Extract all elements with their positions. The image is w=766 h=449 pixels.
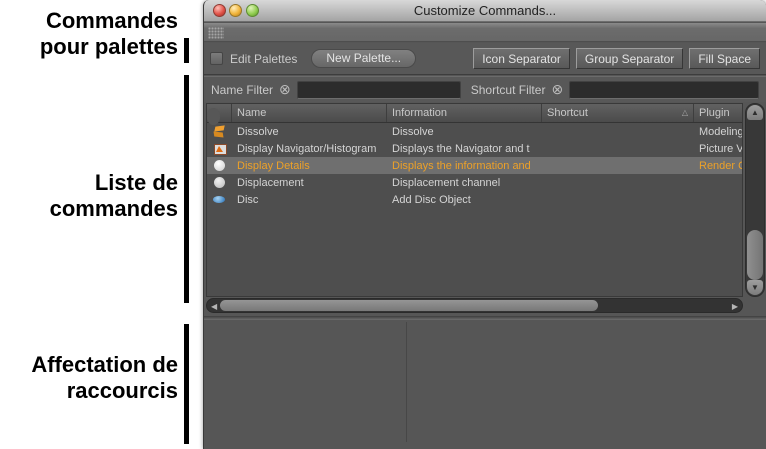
column-header-shortcut[interactable]: Shortcut △ [542, 104, 694, 122]
icon-separator-button[interactable]: Icon Separator [473, 48, 570, 69]
annotation-bracket-liste [184, 75, 189, 303]
column-header-plugin[interactable]: Plugin [694, 104, 742, 122]
annotation-liste-de-commandes: Liste de commandes [0, 170, 178, 222]
shortcut-assignment-panel: Shortcut Restrict to Render Queue Option… [204, 320, 766, 449]
horizontal-scrollbar-thumb[interactable] [220, 300, 598, 311]
display-navigator-icon [213, 142, 226, 155]
row-icon-cell [207, 125, 232, 138]
shortcut-filter-input[interactable] [569, 81, 759, 99]
row-plugin-cell: Picture Vi [694, 143, 742, 155]
table-row[interactable]: Displacement Displacement channel [207, 174, 742, 191]
row-icon-cell [207, 142, 232, 155]
new-palette-button[interactable]: New Palette... [311, 49, 416, 68]
row-name-cell: Display Details [232, 160, 387, 172]
row-name-cell: Disc [232, 194, 387, 206]
row-information-cell: Displacement channel [387, 177, 542, 189]
assigned-shortcuts-area [204, 322, 407, 442]
scroll-up-icon[interactable]: ▲ [747, 105, 763, 120]
row-name-cell: Display Navigator/Histogram [232, 143, 387, 155]
table-row[interactable]: Dissolve Dissolve Modeling [207, 123, 742, 140]
palette-toolbar: Edit Palettes New Palette... Icon Separa… [204, 43, 766, 75]
annotation-line: Commandes [46, 8, 178, 33]
horizontal-scrollbar[interactable]: ◀ ▶ [206, 298, 743, 313]
window-titlebar[interactable]: Customize Commands... [204, 0, 766, 22]
name-filter-label: Name Filter [211, 83, 273, 97]
row-information-cell: Disable Axis Handles [212, 111, 217, 123]
column-header-information[interactable]: Information [387, 104, 542, 122]
row-icon-cell [207, 193, 232, 206]
disc-icon [213, 193, 226, 206]
row-icon-cell [207, 159, 232, 172]
shortcut-filter-label: Shortcut Filter [471, 83, 546, 97]
annotation-line: commandes [50, 196, 178, 221]
table-row[interactable]: Disc Add Disc Object [207, 191, 742, 208]
clear-shortcut-filter-icon[interactable]: ⊗ [551, 83, 563, 96]
name-filter-input[interactable] [297, 81, 461, 99]
annotation-line: Affectation de [31, 352, 178, 377]
column-header-shortcut-label: Shortcut [547, 107, 588, 119]
vertical-scrollbar[interactable]: ▲ ▼ [745, 103, 765, 297]
row-plugin-cell: Render Q [694, 160, 742, 172]
annotation-line: pour palettes [40, 34, 178, 59]
edit-palettes-checkbox[interactable] [210, 52, 223, 65]
vertical-scrollbar-thumb[interactable] [747, 230, 763, 280]
row-name-cell: Displacement [232, 177, 387, 189]
row-information-cell: Displays the information and [387, 160, 542, 172]
column-header-name[interactable]: Name [232, 104, 387, 122]
annotation-line: raccourcis [67, 378, 178, 403]
annotation-bracket-palettes [184, 38, 189, 63]
toolbar-grip-bar [204, 23, 766, 42]
scroll-right-icon[interactable]: ▶ [732, 301, 738, 312]
window-title: Customize Commands... [204, 3, 766, 18]
table-row[interactable]: Display Navigator/Histogram Displays the… [207, 140, 742, 157]
scroll-left-icon[interactable]: ◀ [211, 301, 217, 312]
fill-space-button[interactable]: Fill Space [689, 48, 760, 69]
dissolve-icon [213, 125, 226, 138]
table-body: Dodge Tool Dodge tool Dissolve Dissolve … [207, 123, 742, 208]
filter-row: Name Filter ⊗ Shortcut Filter ⊗ [204, 76, 766, 102]
screenshot-root: Commandes pour palettes Liste de command… [0, 0, 766, 449]
table-row[interactable]: Display Details Displays the information… [207, 157, 742, 174]
clear-name-filter-icon[interactable]: ⊗ [279, 83, 291, 96]
annotation-affectation-de-raccourcis: Affectation de raccourcis [0, 352, 178, 404]
row-name-cell: Dissolve [232, 126, 387, 138]
scroll-down-icon[interactable]: ▼ [747, 280, 763, 295]
row-information-cell: Add Disc Object [387, 194, 542, 206]
displacement-icon [213, 176, 226, 189]
row-plugin-cell: Modeling [694, 126, 742, 138]
edit-palettes-label: Edit Palettes [230, 52, 297, 66]
group-separator-button[interactable]: Group Separator [576, 48, 683, 69]
annotation-commandes-pour-palettes: Commandes pour palettes [0, 8, 178, 60]
display-details-icon [213, 159, 226, 172]
row-information-cell: Displays the Navigator and t [387, 143, 542, 155]
table-header: Name Information Shortcut △ Plugin [207, 104, 742, 123]
row-information-cell: Dissolve [387, 126, 542, 138]
row-icon-cell [207, 176, 232, 189]
customize-commands-window: Customize Commands... Edit Palettes New … [203, 0, 766, 449]
row-plugin-cell: Mograph [222, 111, 227, 123]
table-row[interactable]: Disable Axis Handles Disable Axis Handle… [207, 108, 220, 125]
drag-grip-icon[interactable] [208, 27, 224, 39]
sort-ascending-icon: △ [682, 108, 688, 117]
commands-table: Name Information Shortcut △ Plugin Dodge… [206, 103, 743, 297]
annotation-bracket-raccourcis [184, 324, 189, 444]
annotation-line: Liste de [95, 170, 178, 195]
